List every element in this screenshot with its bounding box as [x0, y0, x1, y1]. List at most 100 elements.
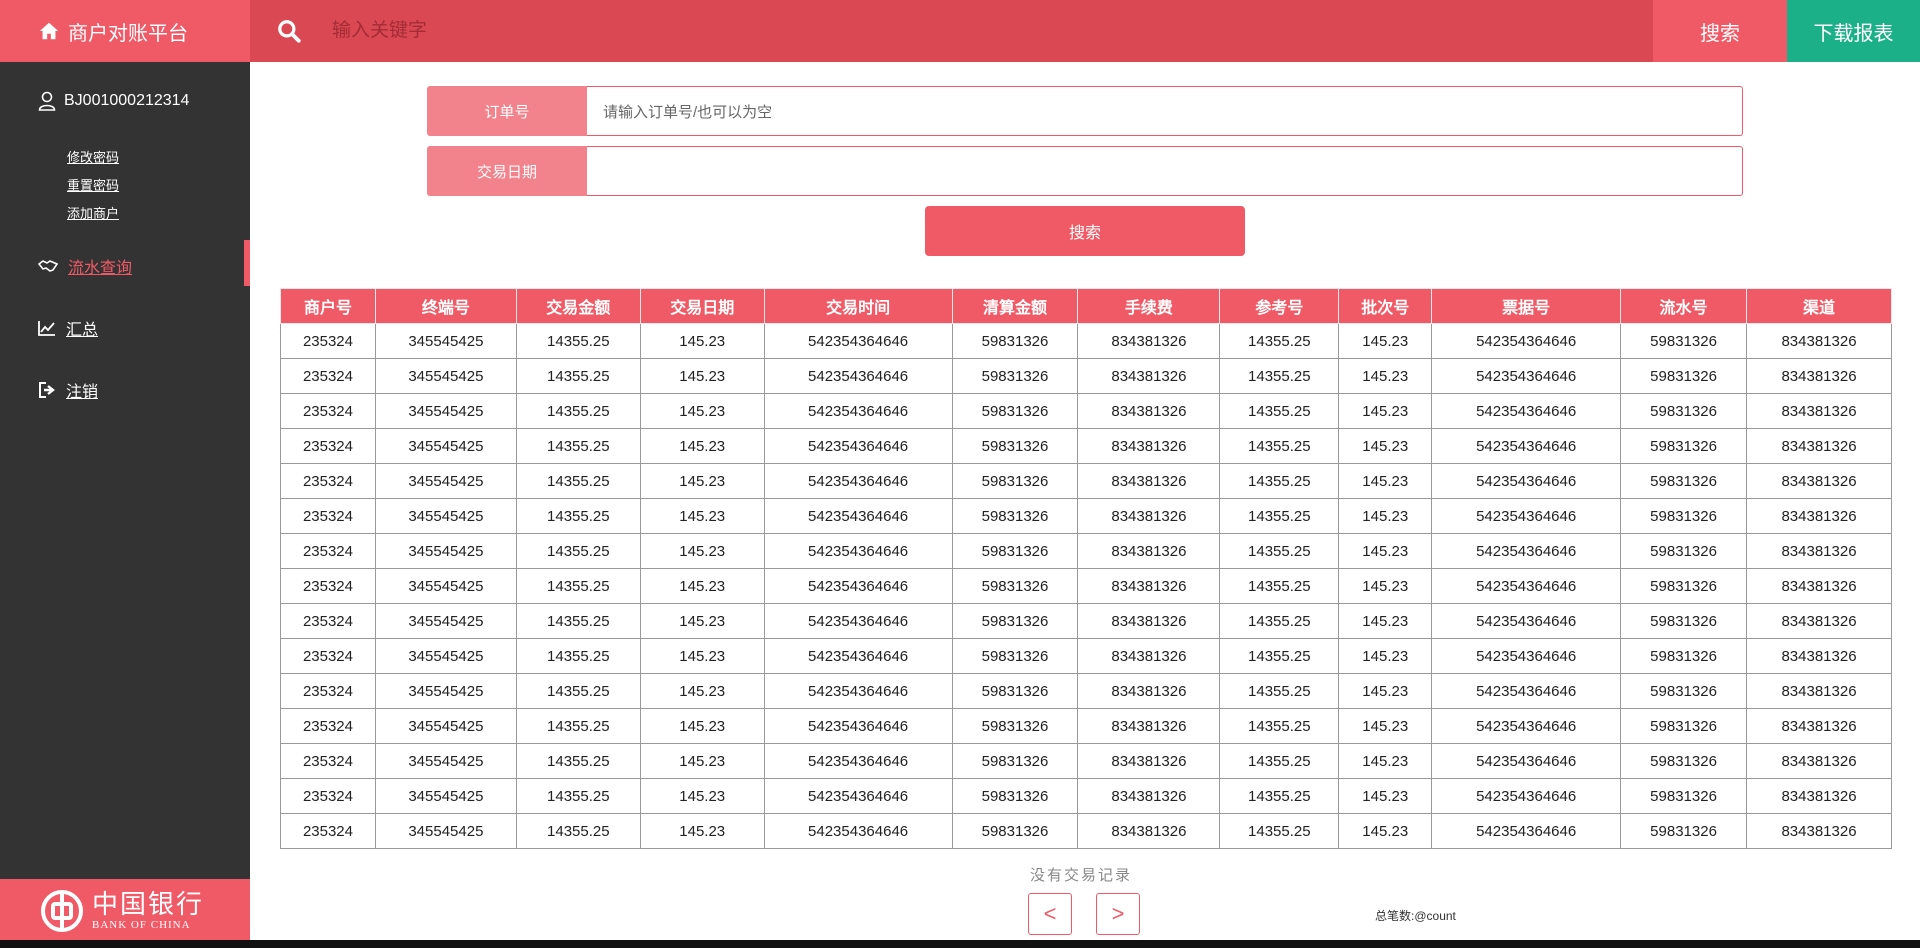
- bank-of-china-logo-icon: [41, 889, 83, 932]
- table-row[interactable]: 235324 345545425 14355.25 145.23 54235436464…: [280, 323, 1892, 359]
- table-cell: 59831326: [951, 533, 1079, 569]
- table-cell: 14355.25: [515, 638, 641, 674]
- table-cell: 834381326: [1746, 813, 1892, 849]
- trade-date-input[interactable]: [587, 146, 1743, 196]
- table-cell: 834381326: [1746, 463, 1892, 499]
- table-row[interactable]: 235324 345545425 14355.25 145.23 54235436464…: [280, 673, 1892, 709]
- table-row[interactable]: 235324 345545425 14355.25 145.23 54235436464…: [280, 638, 1892, 674]
- table-row[interactable]: 235324 345545425 14355.25 145.23 54235436464…: [280, 708, 1892, 744]
- table-cell: 235324: [280, 533, 376, 569]
- table-cell: 345545425: [374, 533, 517, 569]
- change-password-link[interactable]: 修改密码: [67, 144, 119, 172]
- sidebar-item-logout[interactable]: 注销: [38, 378, 98, 402]
- table-row[interactable]: 235324 345545425 14355.25 145.23 54235436464…: [280, 778, 1892, 814]
- table-cell: 14355.25: [1219, 393, 1340, 429]
- table-cell: 145.23: [1338, 743, 1433, 779]
- table-cell: 14355.25: [1219, 568, 1340, 604]
- trade-date-row: 交易日期: [427, 146, 1743, 196]
- table-cell: 14355.25: [515, 428, 641, 464]
- table-row[interactable]: 235324 345545425 14355.25 145.23 54235436464…: [280, 813, 1892, 849]
- table-row[interactable]: 235324 345545425 14355.25 145.23 54235436464…: [280, 743, 1892, 779]
- reset-password-link[interactable]: 重置密码: [67, 172, 119, 200]
- table-cell: 14355.25: [1219, 358, 1340, 394]
- table-row[interactable]: 235324 345545425 14355.25 145.23 54235436464…: [280, 568, 1892, 604]
- table-cell: 542354364646: [763, 638, 953, 674]
- table-cell: 14355.25: [1219, 498, 1340, 534]
- table-row[interactable]: 235324 345545425 14355.25 145.23 54235436464…: [280, 498, 1892, 534]
- table-cell: 542354364646: [763, 708, 953, 744]
- prev-page-button[interactable]: <: [1028, 893, 1072, 935]
- user-icon: [38, 91, 56, 111]
- table-cell: 14355.25: [1219, 708, 1340, 744]
- keyword-search-input[interactable]: [332, 20, 1632, 42]
- table-cell: 542354364646: [763, 463, 953, 499]
- table-cell: 235324: [280, 393, 376, 429]
- table-cell: 145.23: [639, 568, 765, 604]
- table-cell: 59831326: [1620, 568, 1748, 604]
- download-report-button[interactable]: 下载报表: [1787, 0, 1920, 62]
- table-row[interactable]: 235324 345545425 14355.25 145.23 54235436464…: [280, 358, 1892, 394]
- table-cell: 834381326: [1746, 358, 1892, 394]
- table-cell: 235324: [280, 778, 376, 814]
- table-cell: 542354364646: [1431, 358, 1622, 394]
- table-cell: 59831326: [951, 463, 1079, 499]
- table-cell: 834381326: [1746, 428, 1892, 464]
- table-cell: 345545425: [374, 463, 517, 499]
- table-cell: 542354364646: [763, 673, 953, 709]
- table-cell: 542354364646: [1431, 603, 1622, 639]
- table-cell: 59831326: [951, 603, 1079, 639]
- table-cell: 834381326: [1746, 778, 1892, 814]
- table-cell: 542354364646: [763, 498, 953, 534]
- table-row[interactable]: 235324 345545425 14355.25 145.23 54235436464…: [280, 393, 1892, 429]
- table-cell: 14355.25: [1219, 813, 1340, 849]
- table-body: 235324 345545425 14355.25 145.23 54235436464…: [280, 323, 1892, 849]
- table-cell: 14355.25: [515, 568, 641, 604]
- table-cell: 59831326: [1620, 428, 1748, 464]
- sidebar-item-flow-query[interactable]: 流水查询: [38, 254, 132, 278]
- table-cell: 345545425: [374, 428, 517, 464]
- table-cell: 59831326: [1620, 743, 1748, 779]
- table-cell: 542354364646: [1431, 568, 1622, 604]
- table-cell: 834381326: [1077, 603, 1221, 639]
- search-button[interactable]: 搜索: [925, 206, 1245, 256]
- table-cell: 59831326: [1620, 778, 1748, 814]
- user-info: BJ001000212314: [38, 91, 189, 111]
- sidebar-item-summary[interactable]: 汇总: [38, 316, 98, 340]
- table-cell: 834381326: [1077, 638, 1221, 674]
- table-cell: 834381326: [1746, 708, 1892, 744]
- top-search-button[interactable]: 搜索: [1653, 0, 1787, 62]
- table-cell: 345545425: [374, 743, 517, 779]
- table-cell: 14355.25: [1219, 778, 1340, 814]
- table-cell: 834381326: [1746, 533, 1892, 569]
- add-merchant-link[interactable]: 添加商户: [67, 200, 119, 228]
- transaction-table: 商户号 终端号 交易金额 交易日期 交易时间 清算金额 手续费 参考号 批次号 票据号 流水号 渠道 …: [280, 288, 1892, 849]
- brand[interactable]: 商户对账平台: [0, 0, 250, 62]
- order-number-row: 订单号 请输入订单号/也可以为空: [427, 86, 1743, 136]
- table-row[interactable]: 235324 345545425 14355.25 145.23 54235436464…: [280, 428, 1892, 464]
- table-cell: 59831326: [1620, 323, 1748, 359]
- table-cell: 59831326: [1620, 533, 1748, 569]
- table-cell: 59831326: [951, 358, 1079, 394]
- table-cell: 145.23: [1338, 778, 1433, 814]
- table-cell: 542354364646: [763, 568, 953, 604]
- column-header: 清算金额: [951, 288, 1079, 324]
- table-cell: 235324: [280, 498, 376, 534]
- table-cell: 145.23: [639, 533, 765, 569]
- table-row[interactable]: 235324 345545425 14355.25 145.23 54235436464…: [280, 533, 1892, 569]
- table-cell: 145.23: [1338, 498, 1433, 534]
- table-cell: 834381326: [1077, 498, 1221, 534]
- table-cell: 14355.25: [1219, 323, 1340, 359]
- table-row[interactable]: 235324 345545425 14355.25 145.23 54235436464…: [280, 463, 1892, 499]
- next-page-button[interactable]: >: [1096, 893, 1140, 935]
- table-cell: 834381326: [1077, 428, 1221, 464]
- no-record-text: 没有交易记录: [1030, 867, 1133, 884]
- table-cell: 345545425: [374, 568, 517, 604]
- table-cell: 145.23: [639, 428, 765, 464]
- table-row[interactable]: 235324 345545425 14355.25 145.23 54235436464…: [280, 603, 1892, 639]
- table-cell: 834381326: [1077, 778, 1221, 814]
- order-number-input[interactable]: 请输入订单号/也可以为空: [587, 86, 1743, 136]
- table-cell: 345545425: [374, 813, 517, 849]
- table-cell: 14355.25: [1219, 603, 1340, 639]
- table-cell: 145.23: [1338, 568, 1433, 604]
- table-cell: 345545425: [374, 498, 517, 534]
